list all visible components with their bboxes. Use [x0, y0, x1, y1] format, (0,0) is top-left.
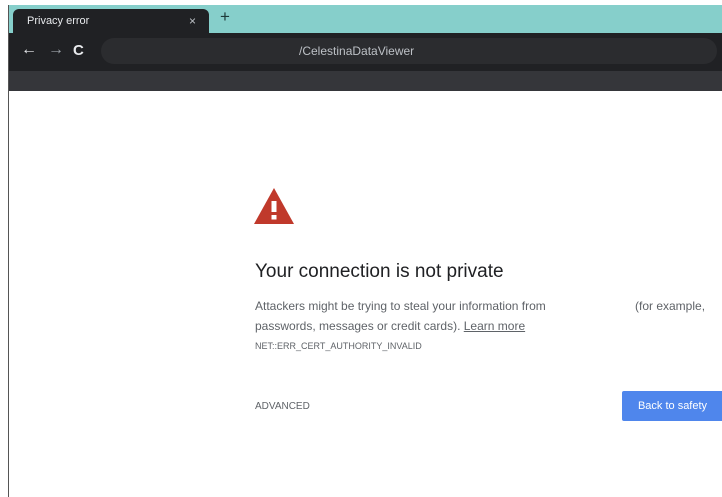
- error-code: NET::ERR_CERT_AUTHORITY_INVALID: [255, 341, 422, 351]
- tab-title: Privacy error: [27, 15, 90, 27]
- learn-more-link[interactable]: Learn more: [464, 319, 525, 333]
- tab-privacy-error[interactable]: Privacy error ×: [13, 9, 209, 33]
- explanation-line-1-end: (for example,: [635, 299, 706, 313]
- browser-toolbar: ← → C /CelestinaDataViewer: [9, 33, 722, 71]
- warning-triangle-icon: [254, 188, 294, 224]
- bookmarks-bar: [9, 71, 722, 91]
- new-tab-button[interactable]: +: [220, 7, 230, 27]
- explanation-line-1: Attackers might be trying to steal your …: [255, 299, 546, 313]
- address-bar[interactable]: /CelestinaDataViewer: [101, 38, 717, 64]
- advanced-button[interactable]: ADVANCED: [255, 401, 310, 412]
- tab-strip: Privacy error × +: [9, 5, 722, 33]
- url-text: /CelestinaDataViewer: [299, 44, 415, 58]
- page-title: Your connection is not private: [255, 261, 504, 282]
- reload-icon[interactable]: C: [73, 42, 84, 59]
- interstitial-content: Your connection is not private Attackers…: [9, 91, 722, 497]
- forward-arrow-icon[interactable]: →: [48, 41, 64, 59]
- close-tab-icon[interactable]: ×: [189, 14, 196, 28]
- back-to-safety-button[interactable]: Back to safety: [622, 391, 722, 421]
- back-arrow-icon[interactable]: ←: [21, 41, 37, 59]
- explanation-line-2: passwords, messages or credit cards). Le…: [255, 319, 525, 333]
- explanation-text: passwords, messages or credit cards).: [255, 319, 461, 333]
- browser-window: Privacy error × + ← → C /CelestinaDataVi…: [8, 5, 722, 497]
